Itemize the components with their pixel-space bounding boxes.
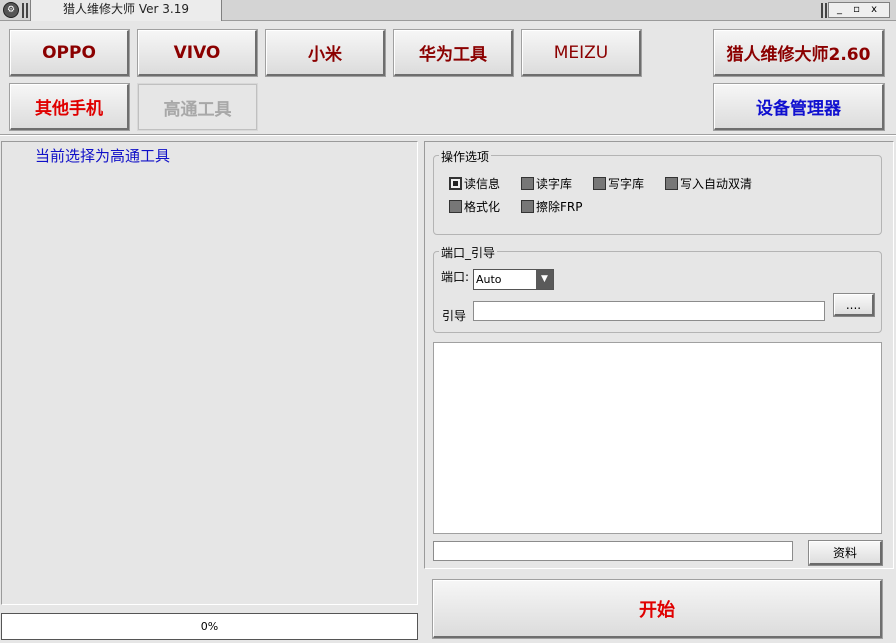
window-controls[interactable]: _ ▫ x (828, 2, 890, 18)
grip-right (825, 3, 827, 18)
meizu-button[interactable]: MEIZU (521, 29, 642, 77)
progress-text: 0% (200, 620, 219, 633)
port-loader-group-title: 端口_引导 (439, 244, 498, 261)
qualcomm-tool-button[interactable]: 高通工具 (137, 83, 258, 131)
progress-bar: 0% (1, 613, 418, 640)
auto-wipe-checkbox[interactable]: 写入自动双清 (665, 175, 752, 192)
start-button[interactable]: 开始 (432, 579, 883, 639)
checkbox-icon (449, 177, 462, 190)
write-flash-checkbox[interactable]: 写字库 (593, 175, 644, 192)
checkbox-icon (593, 177, 606, 190)
checkbox-icon (665, 177, 678, 190)
browse-loader-button[interactable]: .... (833, 293, 875, 317)
port-select-value: Auto (476, 273, 502, 286)
checkbox-icon (521, 177, 534, 190)
vivo-button[interactable]: VIVO (137, 29, 258, 77)
oppo-button[interactable]: OPPO (9, 29, 130, 77)
title-bar: ⚙ 猎人维修大师 Ver 3.19 _ ▫ x (0, 0, 896, 21)
grip-left (22, 3, 24, 18)
xiaomi-button[interactable]: 小米 (265, 29, 386, 77)
grip-left (26, 3, 28, 18)
info-button[interactable]: 资料 (808, 540, 883, 566)
read-info-checkbox[interactable]: 读信息 (449, 175, 500, 192)
huawei-tool-button[interactable]: 华为工具 (393, 29, 514, 77)
other-phones-button[interactable]: 其他手机 (9, 83, 130, 131)
window-title: 猎人维修大师 Ver 3.19 (30, 0, 222, 21)
erase-frp-checkbox[interactable]: 擦除FRP (521, 198, 582, 215)
app-icon[interactable]: ⚙ (3, 2, 19, 18)
options-group-title: 操作选项 (439, 148, 492, 165)
chevron-down-icon[interactable]: ▼ (536, 270, 553, 289)
loader-path-field[interactable] (473, 301, 825, 321)
format-checkbox[interactable]: 格式化 (449, 198, 500, 215)
log-output[interactable] (433, 342, 882, 534)
divider (0, 134, 896, 136)
loader-label: 引导 (442, 309, 467, 323)
left-panel (1, 141, 418, 605)
hunter-master-button[interactable]: 猎人维修大师2.60 (713, 29, 885, 77)
checkbox-icon (521, 200, 534, 213)
read-flash-checkbox[interactable]: 读字库 (521, 175, 572, 192)
device-manager-button[interactable]: 设备管理器 (713, 83, 885, 131)
options-group (433, 155, 882, 235)
checkbox-icon (449, 200, 462, 213)
grip-right (821, 3, 823, 18)
current-selection-text: 当前选择为高通工具 (35, 147, 171, 165)
info-field[interactable] (433, 541, 793, 561)
port-label: 端口: (441, 270, 470, 284)
